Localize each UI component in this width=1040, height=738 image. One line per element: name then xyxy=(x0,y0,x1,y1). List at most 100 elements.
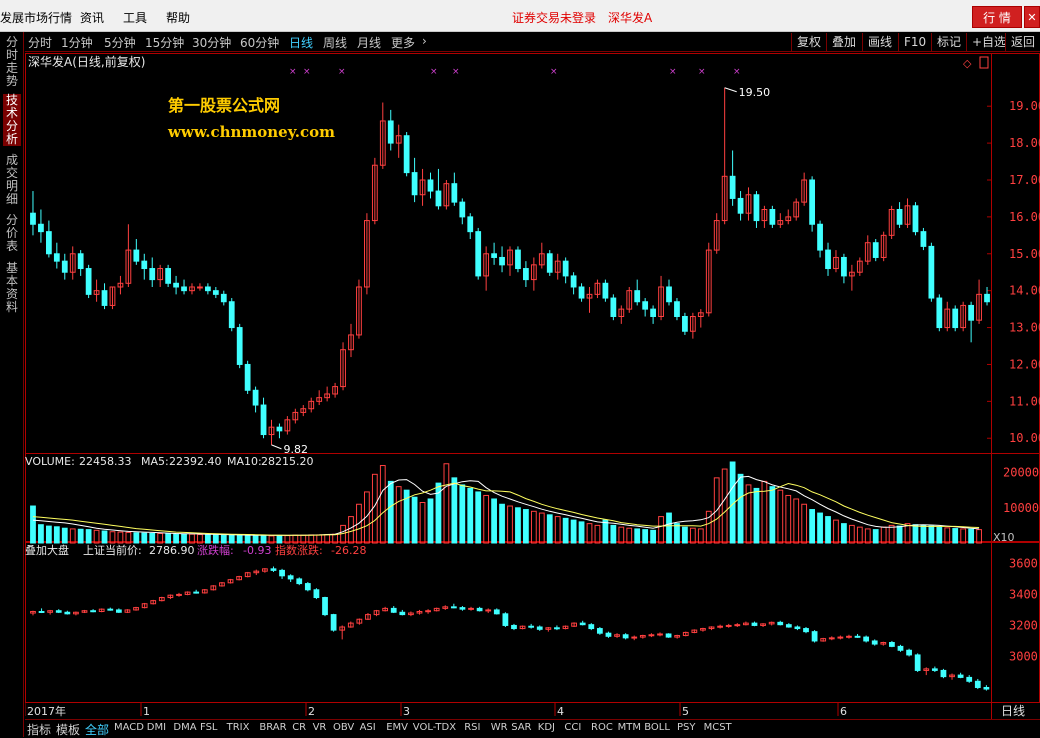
volume-bar xyxy=(538,512,545,544)
volume-bar xyxy=(228,534,235,544)
candle-body xyxy=(427,179,434,192)
tab-intraday[interactable]: 分时走势 xyxy=(3,36,21,88)
tab-price-table[interactable]: 分价表 xyxy=(3,214,21,253)
overlay-button[interactable]: 叠加 xyxy=(826,33,861,51)
menu-help[interactable]: 帮助 xyxy=(166,9,190,26)
index-body xyxy=(906,649,912,656)
candle-body xyxy=(45,231,52,255)
indicator-dma[interactable]: DMA xyxy=(173,722,196,733)
indicator-rsi[interactable]: RSI xyxy=(464,722,480,733)
indicator-psy[interactable]: PSY xyxy=(677,722,696,733)
index-pts-label: 指数涨跌: xyxy=(275,543,323,557)
period-15min[interactable]: 15分钟 xyxy=(145,34,184,51)
back-button[interactable]: 返回 xyxy=(1005,33,1040,51)
adjust-button[interactable]: 复权 xyxy=(791,33,826,51)
candle-body xyxy=(650,308,656,317)
period-more[interactable]: 更多 xyxy=(391,34,415,51)
indicator-sar[interactable]: SAR xyxy=(511,722,531,733)
candle-body xyxy=(968,304,975,321)
index-body xyxy=(304,583,311,591)
candle-body xyxy=(825,249,831,270)
candle-body xyxy=(165,268,172,284)
login-status[interactable]: 证券交易未登录 xyxy=(512,9,596,26)
indicator-brar[interactable]: BRAR xyxy=(259,722,286,733)
indicator-全部[interactable]: 全部 xyxy=(85,721,109,738)
period-weekly[interactable]: 周线 xyxy=(323,34,347,51)
quote-button[interactable]: 行 情 xyxy=(972,6,1022,28)
index-body xyxy=(914,654,921,671)
menu-app[interactable]: 发展市场行情 xyxy=(0,9,72,26)
index-body xyxy=(863,636,870,642)
indicator-obv[interactable]: OBV xyxy=(333,722,354,733)
watermark-title: 第一股票公式网 xyxy=(168,96,280,115)
candle-body xyxy=(197,286,203,289)
period-60min[interactable]: 60分钟 xyxy=(240,34,279,51)
indicator-模板[interactable]: 模板 xyxy=(56,721,80,738)
indicator-wr[interactable]: WR xyxy=(491,722,508,733)
chart-area[interactable]: 19.00 18.00 17.00 16.00 15.00 14.00 13.00 12.00… xyxy=(25,53,1040,719)
volume-bar xyxy=(443,463,450,544)
indicator-kdj[interactable]: KDJ xyxy=(538,722,555,733)
volume-bar xyxy=(212,534,219,544)
volume-bar xyxy=(387,480,394,544)
volume-bar xyxy=(141,532,148,544)
indicator-cci[interactable]: CCI xyxy=(564,722,581,733)
corner-box-icon xyxy=(979,56,989,69)
menu-info[interactable]: 资讯 xyxy=(80,9,104,26)
indicator-dmi[interactable]: DMI xyxy=(147,722,166,733)
volume-bar xyxy=(507,505,513,544)
indicator-macd[interactable]: MACD xyxy=(114,722,144,733)
indicator-asi[interactable]: ASI xyxy=(360,722,376,733)
tab-technical[interactable]: 技术分析 xyxy=(3,94,21,146)
indicator-mtm[interactable]: MTM xyxy=(618,722,641,733)
period-1min[interactable]: 1分钟 xyxy=(61,34,93,51)
volume-bar xyxy=(165,533,172,544)
index-body xyxy=(390,607,397,613)
indicator-emv[interactable]: EMV xyxy=(386,722,408,733)
tab-trades[interactable]: 成交明细 xyxy=(3,154,21,206)
xaxis-period: 日线 xyxy=(1001,704,1025,718)
index-body xyxy=(528,625,535,628)
indicator-fsl[interactable]: FSL xyxy=(200,722,218,733)
menu-tools[interactable]: 工具 xyxy=(123,9,147,26)
xaxis-label: 6 xyxy=(840,705,847,718)
index-body xyxy=(665,633,672,638)
close-icon[interactable]: ✕ xyxy=(1024,6,1040,28)
indicator-cr[interactable]: CR xyxy=(292,722,306,733)
candle-body xyxy=(141,260,148,270)
xaxis-label: 2017年 xyxy=(27,704,66,718)
period-timeshare[interactable]: 分时 xyxy=(28,34,52,51)
mark-button[interactable]: 标记 xyxy=(931,33,966,51)
indicator-trix[interactable]: TRIX xyxy=(227,722,250,733)
period-daily[interactable]: 日线 xyxy=(289,34,313,51)
indicator-vol-tdx[interactable]: VOL-TDX xyxy=(413,722,456,733)
price-tick-label: 13.00 xyxy=(1009,321,1040,335)
candle-body xyxy=(952,308,959,329)
candle-body xyxy=(77,253,84,270)
period-monthly[interactable]: 月线 xyxy=(357,34,381,51)
indicator-vr[interactable]: VR xyxy=(313,722,327,733)
volume-bar xyxy=(856,526,863,544)
price-tick-label: 15.00 xyxy=(1009,247,1040,261)
price-tick-label: 19.00 xyxy=(1009,99,1040,113)
period-30min[interactable]: 30分钟 xyxy=(192,34,231,51)
period-5min[interactable]: 5分钟 xyxy=(104,34,136,51)
candle-body xyxy=(928,245,935,299)
indicator-boll[interactable]: BOLL xyxy=(644,722,670,733)
tab-fundamentals[interactable]: 基本资料 xyxy=(3,262,21,314)
indicator-mcst[interactable]: MCST xyxy=(704,722,732,733)
f10-button[interactable]: F10 xyxy=(898,33,931,51)
candle-body xyxy=(220,293,227,303)
volume-bar xyxy=(737,473,744,544)
volume-bar xyxy=(101,530,108,544)
index-body xyxy=(605,632,612,637)
index-body xyxy=(90,610,96,613)
candle-body xyxy=(523,268,529,281)
draw-button[interactable]: 画线 xyxy=(862,33,897,51)
indicator-指标[interactable]: 指标 xyxy=(27,721,51,738)
volume-bar xyxy=(173,533,179,544)
chevron-right-icon[interactable]: › xyxy=(422,34,427,48)
volume-bar xyxy=(546,514,553,544)
indicator-roc[interactable]: ROC xyxy=(591,722,613,733)
index-body xyxy=(974,680,981,688)
